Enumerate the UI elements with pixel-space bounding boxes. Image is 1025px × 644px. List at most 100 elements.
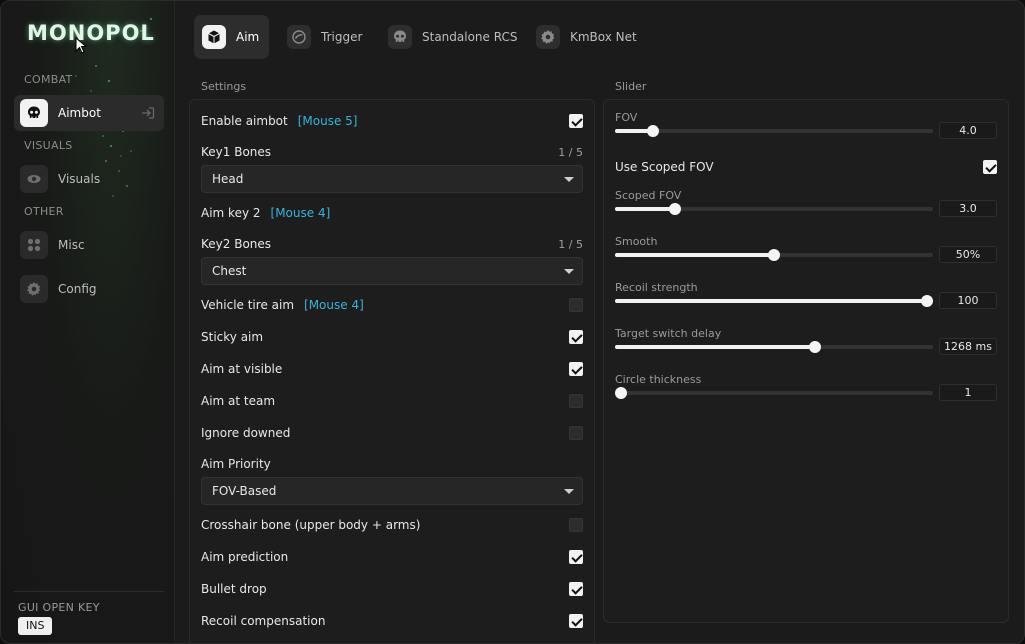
slider-value[interactable]: 100 <box>939 292 997 309</box>
setting-bullet-drop[interactable]: Bullet drop <box>201 579 583 599</box>
setting-recoil-compensation[interactable]: Recoil compensation <box>201 611 583 631</box>
dropdown-value: FOV-Based <box>212 484 277 498</box>
sidebar-item-misc[interactable]: Misc <box>14 227 164 263</box>
sidebar-item-config[interactable]: Config <box>14 271 164 307</box>
setting-key2-bones: Key2 Bones 1 / 5 <box>201 234 583 254</box>
dropdown-value: Chest <box>212 264 247 278</box>
divider <box>14 591 164 592</box>
gear-icon <box>536 25 560 49</box>
selection-count: 1 / 5 <box>558 237 583 251</box>
slider-handle[interactable] <box>615 387 627 399</box>
checkbox[interactable] <box>569 582 583 596</box>
keybind-button[interactable]: [Mouse 4] <box>271 206 331 220</box>
setting-vehicle-tire-aim[interactable]: Vehicle tire aim [Mouse 4] <box>201 295 583 315</box>
checkbox[interactable] <box>569 330 583 344</box>
sidebar-item-aimbot[interactable]: Aimbot <box>14 95 164 131</box>
target-switch-delay-slider[interactable] <box>615 341 933 353</box>
cube-icon <box>202 25 226 49</box>
fov-slider[interactable] <box>615 125 933 137</box>
slider-panel: FOV 4.0 Use Scoped FOV Scoped FOV 3.0 Sm… <box>603 99 1009 623</box>
circle-thickness-slider[interactable] <box>615 387 933 399</box>
setting-label: Crosshair bone (upper body + arms) <box>201 518 421 532</box>
slider-label: FOV <box>615 111 638 124</box>
key2-bones-dropdown[interactable]: Chest <box>201 257 583 285</box>
tab-trigger[interactable]: Trigger <box>279 15 372 59</box>
selection-count: 1 / 5 <box>558 145 583 159</box>
slider-handle[interactable] <box>768 249 780 261</box>
setting-label: Sticky aim <box>201 330 264 344</box>
gear-icon <box>20 275 48 303</box>
section-label-combat: COMBAT <box>24 73 73 86</box>
gui-open-key-button[interactable]: INS <box>18 617 53 635</box>
key1-bones-dropdown[interactable]: Head <box>201 165 583 193</box>
slider-fill <box>615 207 676 211</box>
slider-label: Smooth <box>615 235 658 248</box>
slider-handle[interactable] <box>809 341 822 353</box>
aim-priority-dropdown[interactable]: FOV-Based <box>201 477 583 505</box>
sidebar-item-label: Misc <box>58 238 85 252</box>
chevron-down-icon <box>564 489 574 494</box>
checkbox[interactable] <box>569 550 583 564</box>
setting-aim-at-team[interactable]: Aim at team <box>201 391 583 411</box>
slider-value[interactable]: 3.0 <box>939 200 997 217</box>
slider-handle[interactable] <box>647 125 660 137</box>
setting-label: Vehicle tire aim <box>201 298 295 312</box>
slider-fill <box>615 345 816 349</box>
eye-icon <box>20 165 48 193</box>
scoped-fov-slider[interactable] <box>615 203 933 215</box>
setting-label: Aim key 2 <box>201 206 261 220</box>
app-window: MONOPOL COMBAT Aimbot VISUALS Visuals OT… <box>0 0 1025 644</box>
setting-aim-at-visible[interactable]: Aim at visible <box>201 359 583 379</box>
sidebar-item-label: Config <box>58 282 97 296</box>
tab-kmbox-net[interactable]: KmBox Net <box>528 15 647 59</box>
setting-label: Recoil compensation <box>201 614 326 628</box>
checkbox[interactable] <box>569 614 583 628</box>
slider-value[interactable]: 1 <box>939 384 997 401</box>
tab-aim[interactable]: Aim <box>194 15 270 59</box>
checkbox[interactable] <box>569 298 583 312</box>
setting-label: Enable aimbot <box>201 114 288 128</box>
recoil-strength-slider[interactable] <box>615 295 933 307</box>
settings-title: Settings <box>201 80 247 93</box>
checkbox[interactable] <box>569 426 583 440</box>
checkbox[interactable] <box>983 160 997 174</box>
grid-icon <box>20 231 48 259</box>
setting-sticky-aim[interactable]: Sticky aim <box>201 327 583 347</box>
setting-enable-aimbot[interactable]: Enable aimbot [Mouse 5] <box>201 111 583 131</box>
sidebar: MONOPOL COMBAT Aimbot VISUALS Visuals OT… <box>1 1 175 643</box>
keybind-button[interactable]: [Mouse 5] <box>298 114 358 128</box>
setting-label: Bullet drop <box>201 582 267 596</box>
dropdown-value: Head <box>212 172 244 186</box>
slider-fill <box>615 299 933 303</box>
checkbox[interactable] <box>569 394 583 408</box>
settings-panel: Enable aimbot [Mouse 5] Key1 Bones 1 / 5… <box>189 99 595 643</box>
tab-standalone-rcs[interactable]: Standalone RCS <box>380 15 527 59</box>
slider-handle[interactable] <box>669 203 682 215</box>
checkbox[interactable] <box>569 518 583 532</box>
slider-fill <box>615 253 774 257</box>
setting-use-scoped-fov[interactable]: Use Scoped FOV <box>615 157 997 177</box>
setting-label: Key2 Bones <box>201 237 272 251</box>
slider-value[interactable]: 4.0 <box>939 122 997 139</box>
setting-crosshair-bone[interactable]: Crosshair bone (upper body + arms) <box>201 515 583 535</box>
slider-value[interactable]: 50% <box>939 246 997 263</box>
setting-aim-priority: Aim Priority <box>201 454 583 474</box>
sidebar-item-visuals[interactable]: Visuals <box>14 161 164 197</box>
setting-label: Ignore downed <box>201 426 291 440</box>
smooth-slider[interactable] <box>615 249 933 261</box>
mouse-cursor-icon <box>75 37 88 54</box>
slider-handle[interactable] <box>921 295 933 307</box>
keybind-button[interactable]: [Mouse 4] <box>304 298 364 312</box>
skull-icon <box>388 25 412 49</box>
trigger-icon <box>287 25 311 49</box>
setting-label: Use Scoped FOV <box>615 160 714 174</box>
chevron-down-icon <box>564 269 574 274</box>
tab-label: Trigger <box>321 30 363 44</box>
setting-ignore-downed[interactable]: Ignore downed <box>201 423 583 443</box>
setting-aim-prediction[interactable]: Aim prediction <box>201 547 583 567</box>
setting-label: Aim prediction <box>201 550 289 564</box>
section-label-visuals: VISUALS <box>24 139 73 152</box>
checkbox[interactable] <box>569 114 583 128</box>
slider-value[interactable]: 1268 ms <box>939 338 997 355</box>
checkbox[interactable] <box>569 362 583 376</box>
